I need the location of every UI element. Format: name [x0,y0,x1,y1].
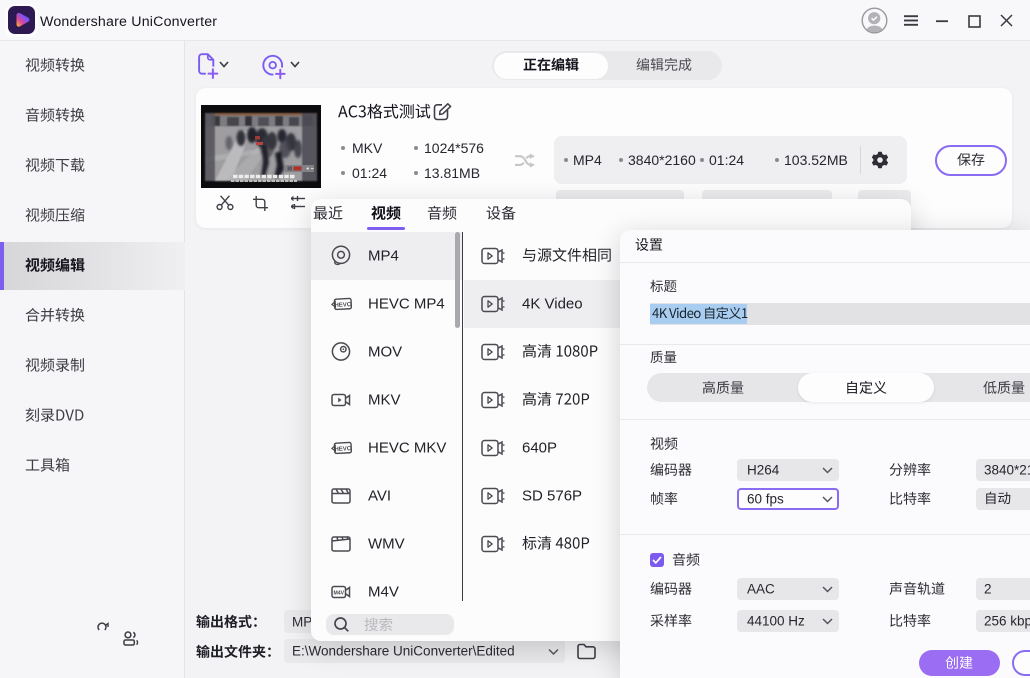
svg-text:M4V: M4V [333,590,344,596]
svg-text:HEVC: HEVC [334,302,352,309]
svg-text:HEVC: HEVC [334,446,352,453]
